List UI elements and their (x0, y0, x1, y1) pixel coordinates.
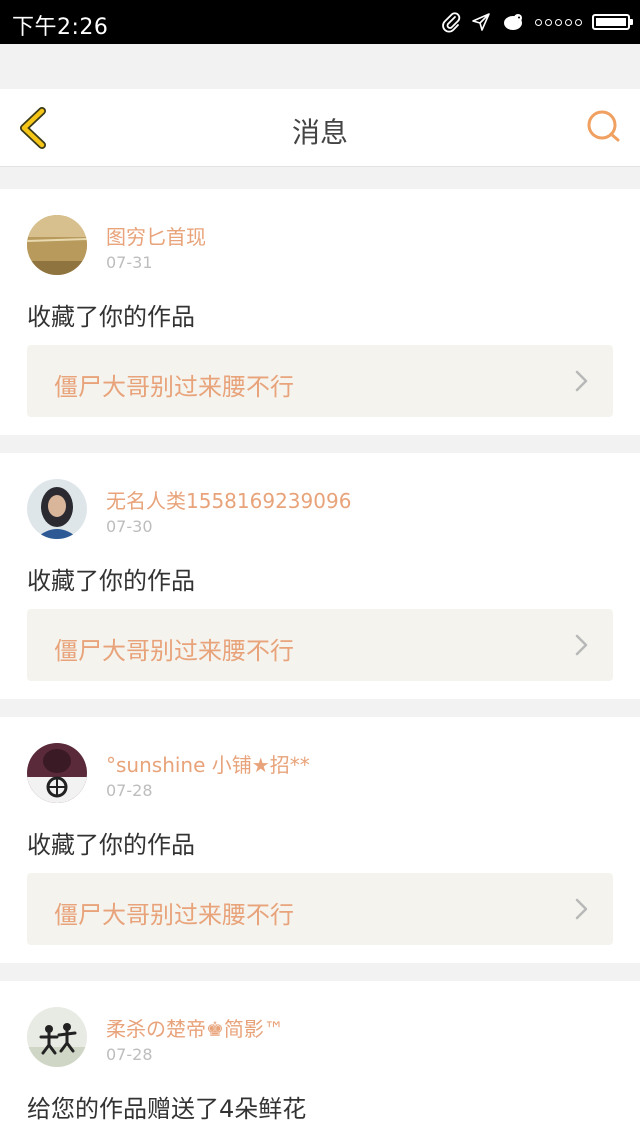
message-action: 收藏了你的作品 (27, 831, 195, 859)
message-date: 07-28 (106, 1045, 153, 1064)
work-link[interactable]: 僵尸大哥别过来腰不行 (27, 345, 613, 417)
signal-dots-icon (535, 18, 582, 26)
avatar[interactable] (27, 215, 87, 275)
bird-icon (504, 14, 522, 30)
message-date: 07-28 (106, 781, 153, 800)
message-date: 07-30 (106, 517, 153, 536)
search-icon[interactable] (584, 107, 624, 147)
chevron-right-icon (575, 898, 588, 920)
message-card: 柔杀の楚帝♚简影™ 07-28 给您的作品赠送了4朵鲜花 (0, 981, 640, 1138)
message-action: 收藏了你的作品 (27, 303, 195, 331)
message-action: 给您的作品赠送了4朵鲜花 (27, 1095, 307, 1123)
avatar[interactable] (27, 479, 87, 539)
message-card: 无名人类1558169239096 07-30 收藏了你的作品 僵尸大哥别过来腰… (0, 453, 640, 699)
work-link[interactable]: 僵尸大哥别过来腰不行 (27, 873, 613, 945)
send-icon (472, 13, 490, 31)
work-title: 僵尸大哥别过来腰不行 (54, 373, 294, 401)
page-title: 消息 (291, 116, 348, 149)
avatar[interactable] (27, 1007, 87, 1067)
username[interactable]: 柔杀の楚帝♚简影™ (106, 1013, 284, 1042)
chevron-right-icon (575, 370, 588, 392)
work-title: 僵尸大哥别过来腰不行 (54, 901, 294, 929)
status-icons (441, 8, 633, 36)
status-bar: 下午2:26 (0, 0, 640, 44)
username[interactable]: °sunshine 小铺★招** (106, 749, 310, 778)
message-action: 收藏了你的作品 (27, 567, 195, 595)
work-link[interactable]: 僵尸大哥别过来腰不行 (27, 609, 613, 681)
message-date: 07-31 (106, 253, 153, 272)
battery-icon (592, 14, 633, 30)
message-card: °sunshine 小铺★招** 07-28 收藏了你的作品 僵尸大哥别过来腰不… (0, 717, 640, 963)
avatar[interactable] (27, 743, 87, 803)
message-card: 图穷匕首现 07-31 收藏了你的作品 僵尸大哥别过来腰不行 (0, 189, 640, 435)
username[interactable]: 无名人类1558169239096 (106, 485, 351, 514)
nav-bar: 消息 (0, 89, 640, 167)
work-title: 僵尸大哥别过来腰不行 (54, 637, 294, 665)
chevron-right-icon (575, 634, 588, 656)
paperclip-icon (442, 12, 461, 33)
username[interactable]: 图穷匕首现 (106, 221, 206, 250)
status-time: 下午2:26 (12, 15, 109, 40)
